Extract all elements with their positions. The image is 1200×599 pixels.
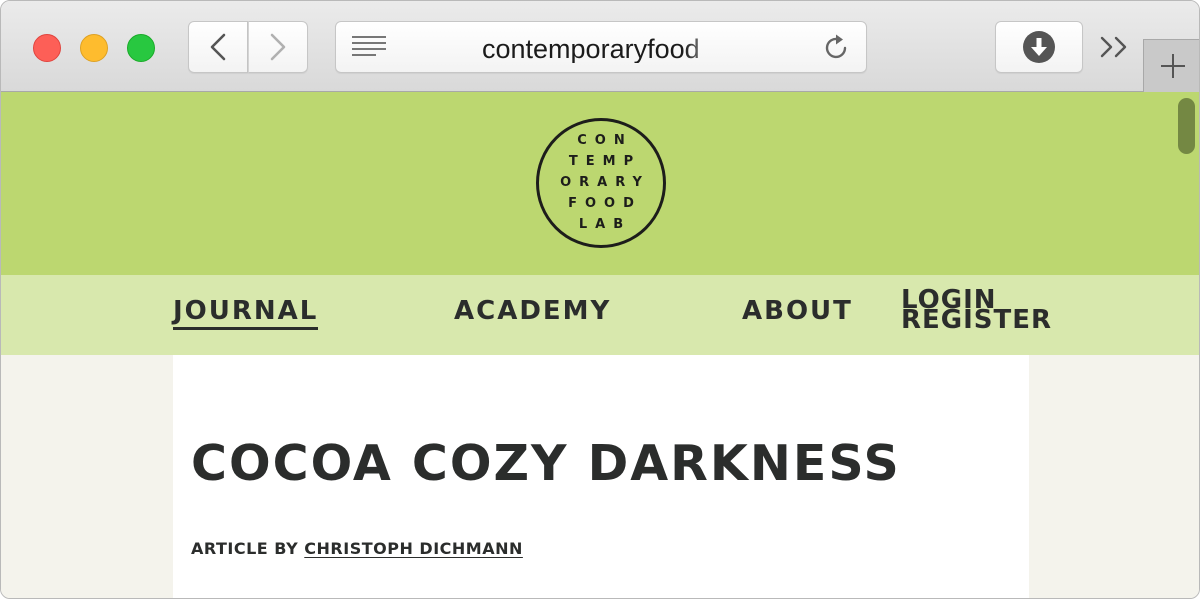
logo-line: TEMP xyxy=(568,154,642,169)
article-card: COCOA COZY DARKNESS ARTICLE BY CHRISTOPH… xyxy=(173,355,1029,598)
logo-line: FOOD xyxy=(568,196,642,211)
article-title: COCOA COZY DARKNESS xyxy=(191,435,901,492)
address-text[interactable]: contemporaryfood xyxy=(482,35,728,63)
nav-journal-link[interactable]: JOURNAL xyxy=(173,295,319,330)
back-button[interactable] xyxy=(188,21,248,73)
reload-icon[interactable] xyxy=(820,32,852,64)
nav-about-link[interactable]: ABOUT xyxy=(742,295,853,327)
main-nav: JOURNAL ACADEMY ABOUT LOGIN REGISTER xyxy=(1,275,1199,355)
address-bar[interactable]: contemporaryfood xyxy=(335,21,867,73)
chevron-left-icon xyxy=(210,33,226,61)
zoom-window-button[interactable] xyxy=(127,34,155,62)
logo-line: CON xyxy=(577,133,633,148)
logo-line: ORARY xyxy=(560,175,650,190)
nav-register-link[interactable]: REGISTER xyxy=(901,307,1052,333)
article-byline: ARTICLE BY CHRISTOPH DICHMANN xyxy=(191,539,523,558)
page-scrollbar[interactable] xyxy=(1178,98,1195,154)
author-link[interactable]: CHRISTOPH DICHMANN xyxy=(304,539,523,558)
web-page: CON TEMP ORARY FOOD LAB JOURNAL ACADEMY … xyxy=(1,92,1199,598)
chevron-right-icon xyxy=(270,33,286,61)
site-header: CON TEMP ORARY FOOD LAB xyxy=(1,92,1199,275)
new-tab-button[interactable] xyxy=(1143,39,1199,92)
byline-prefix: ARTICLE BY xyxy=(191,539,299,558)
site-logo[interactable]: CON TEMP ORARY FOOD LAB xyxy=(536,118,666,248)
close-window-button[interactable] xyxy=(33,34,61,62)
nav-academy-link[interactable]: ACADEMY xyxy=(454,295,611,327)
download-icon xyxy=(1023,31,1055,63)
logo-line: LAB xyxy=(578,217,632,232)
plus-icon xyxy=(1160,54,1185,78)
downloads-button[interactable] xyxy=(995,21,1083,73)
reader-lines-icon[interactable] xyxy=(352,35,386,59)
minimize-window-button[interactable] xyxy=(80,34,108,62)
chevron-double-right-icon[interactable] xyxy=(1099,34,1131,60)
forward-button[interactable] xyxy=(248,21,308,73)
browser-toolbar: contemporaryfood xyxy=(1,1,1199,92)
browser-window: contemporaryfood CON TEMP ORARY FOOD LAB… xyxy=(0,0,1200,599)
